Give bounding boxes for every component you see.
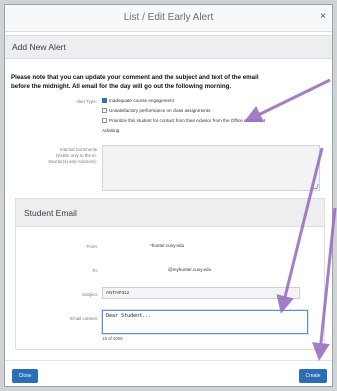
footer-divider xyxy=(5,360,332,361)
add-alert-section-header: Add New Alert xyxy=(5,35,332,59)
alert-notice: Please note that you can update your com… xyxy=(11,73,329,91)
early-alert-modal: List / Edit Early Alert × Add New Alert … xyxy=(4,4,333,387)
subject-input[interactable]: ANTHP312 xyxy=(102,287,300,299)
option-label-continued: Advising xyxy=(102,128,120,133)
alert-option-inadequate-engagement[interactable]: Inadequate course engagement xyxy=(102,98,174,104)
student-email-heading: Student Email xyxy=(24,208,77,218)
alert-option-prioritize-advisor[interactable]: Prioritize this student for contact from… xyxy=(102,118,327,124)
internal-comments-textarea[interactable] xyxy=(102,145,320,191)
create-button[interactable]: Create xyxy=(299,369,327,383)
modal-header: List / Edit Early Alert × xyxy=(5,5,332,32)
internal-comments-label: Internal Comments (visible only to the i… xyxy=(15,147,97,165)
student-email-card: Student Email From: *hunter.cuny.edu To:… xyxy=(15,198,325,350)
add-alert-heading: Add New Alert xyxy=(12,42,66,52)
option-label: Unsatisfactory performance on class assi… xyxy=(109,108,211,113)
student-email-header: Student Email xyxy=(16,199,324,227)
alert-option-unsatisfactory-performance[interactable]: Unsatisfactory performance on class assi… xyxy=(102,108,210,114)
option-label: Inadequate course engagement xyxy=(109,98,174,103)
to-value: @myhunter.cuny.edu xyxy=(168,267,212,272)
character-counter: 15 of 4000 xyxy=(102,336,123,341)
modal-title: List / Edit Early Alert xyxy=(123,12,214,23)
close-button[interactable]: Close xyxy=(12,369,38,383)
email-content-label: Email content: xyxy=(70,316,98,321)
email-content-textarea[interactable]: Dear Student... xyxy=(102,310,308,334)
notice-line-1: Please note that you can update your com… xyxy=(11,74,259,81)
resize-handle-icon[interactable] xyxy=(312,184,319,189)
internal-label-line-3: structor(s) and Advisors): xyxy=(48,159,97,164)
alert-type-label: Alert Type: xyxy=(76,99,97,104)
to-label: To: xyxy=(92,268,98,273)
subject-label: Subject: xyxy=(82,292,98,297)
checkbox-icon[interactable] xyxy=(102,108,107,113)
from-value: *hunter.cuny.edu xyxy=(150,243,185,248)
notice-line-2: before the midnight. All email for the d… xyxy=(11,83,232,90)
from-label: From: xyxy=(86,244,98,249)
close-icon[interactable]: × xyxy=(320,11,326,22)
checkbox-checked-icon[interactable] xyxy=(102,98,107,103)
option-label: Prioritize this student for contact from… xyxy=(109,118,265,123)
checkbox-icon[interactable] xyxy=(102,118,107,123)
